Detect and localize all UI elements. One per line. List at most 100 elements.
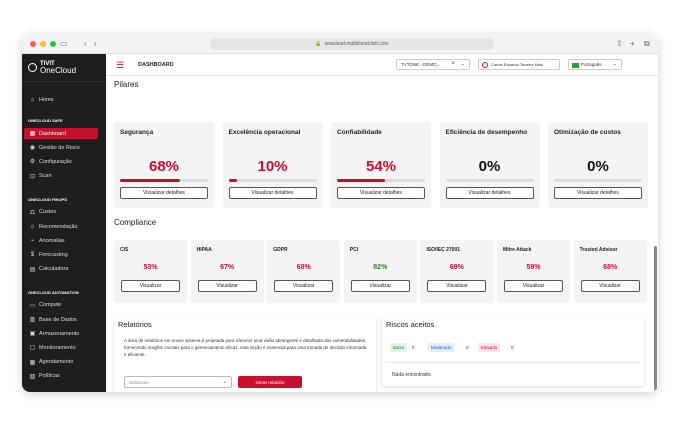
sidebar-item-label: Scan bbox=[39, 173, 52, 180]
sidebar-item-monitoramento[interactable]: ▢ Monitoramento bbox=[24, 342, 98, 353]
anomaly-icon: ⌁ bbox=[30, 238, 35, 245]
sidebar-toggle-icon[interactable]: ▭ bbox=[60, 39, 68, 48]
view-compliance-button[interactable]: Visualizar bbox=[427, 280, 487, 292]
pillar-card: Eficiência de desempenho 0% Visualizar det… bbox=[439, 122, 540, 208]
view-compliance-button[interactable]: Visualizar bbox=[274, 280, 334, 292]
sidebar-item-label: Configuração bbox=[39, 158, 72, 165]
sidebar-section-title: ONECLOUD FINOPS bbox=[28, 196, 67, 202]
sidebar-item-label: Anomalias bbox=[39, 237, 65, 244]
risk-badge-elevado: Elevado bbox=[478, 343, 501, 352]
user-menu[interactable]: Carlos Eduardo Teixeira Mais bbox=[478, 59, 560, 70]
chevron-down-icon[interactable]: ⌄ bbox=[613, 61, 617, 67]
pillar-card: Confiabilidade 54% Visualizar detalhes bbox=[331, 122, 431, 208]
language-value: Português bbox=[581, 62, 602, 67]
pillar-progress-bar bbox=[120, 179, 208, 182]
sidebar-item-anomalias[interactable]: ⌁ Anomalias bbox=[24, 235, 98, 246]
sidebar-item-calculadora[interactable]: ▤ Calculadora bbox=[24, 264, 98, 275]
view-details-button[interactable]: Visualizar detalhes bbox=[120, 187, 208, 199]
compliance-percent: 68% bbox=[603, 264, 618, 271]
home-icon: ⌂ bbox=[30, 96, 35, 103]
sidebar-item-armazenamento[interactable]: ▣ Armazenamento bbox=[24, 328, 98, 339]
calculator-icon: ▤ bbox=[29, 266, 36, 273]
view-details-button[interactable]: Visualizar detalhes bbox=[554, 187, 642, 199]
logo-mark-icon bbox=[28, 63, 37, 72]
accepted-risks-panel: Riscos aceitos Nada encontrado. Baixo 0 Mo… bbox=[382, 316, 644, 386]
generate-report-button[interactable]: Gerar relatório bbox=[238, 376, 302, 388]
chevron-down-icon[interactable]: ⌄ bbox=[461, 61, 465, 67]
pillar-percent: 0% bbox=[587, 158, 609, 175]
sidebar-item-label: Armazenamento bbox=[39, 330, 80, 337]
costs-icon: ⚖ bbox=[29, 209, 36, 216]
tabs-overview-icon[interactable]: ⧉ bbox=[644, 39, 650, 49]
clear-icon[interactable]: × bbox=[451, 61, 455, 67]
avatar bbox=[482, 62, 488, 68]
sidebar-item-label: Monitoramento bbox=[39, 344, 76, 351]
sidebar: TIVIT OneCloud ⌂ Home ONECLOUD SAFE ▦ Dash… bbox=[22, 54, 106, 392]
sidebar-item-configura-o[interactable]: ⚙ Configuração bbox=[24, 156, 98, 167]
compute-icon: ▭ bbox=[29, 302, 36, 309]
risk-badge-moderado: Moderado bbox=[428, 343, 455, 352]
view-details-button[interactable]: Visualizar detalhes bbox=[228, 187, 317, 199]
sidebar-item-recomenda-o[interactable]: ☼ Recomendação bbox=[24, 221, 98, 232]
view-details-button[interactable]: Visualizar detalhes bbox=[337, 187, 425, 199]
zoom-window-dot[interactable] bbox=[50, 41, 56, 47]
back-icon[interactable]: ‹ bbox=[84, 39, 87, 48]
pilares-title: Pilares bbox=[114, 80, 139, 89]
sidebar-item-pol-ticas[interactable]: ▧ Políticas bbox=[24, 371, 98, 382]
new-tab-icon[interactable]: + bbox=[630, 39, 635, 48]
forward-icon[interactable]: › bbox=[94, 39, 97, 48]
close-window-dot[interactable] bbox=[30, 41, 36, 47]
pillar-percent: 0% bbox=[478, 158, 501, 175]
compliance-card: PCI 82% Visualizar bbox=[343, 240, 417, 303]
language-select[interactable]: Português ⌄ bbox=[568, 59, 622, 70]
view-compliance-button[interactable]: Visualizar bbox=[580, 280, 640, 292]
compliance-card: Trusted Advisor 68% Visualizar bbox=[573, 240, 647, 303]
pillar-name: Eficiência de desempenho bbox=[445, 129, 528, 136]
sidebar-item-custos[interactable]: ⚖ Custos bbox=[24, 207, 98, 218]
sidebar-item-label: Gestão de Risco bbox=[39, 144, 80, 151]
view-compliance-button[interactable]: Visualizar bbox=[121, 280, 180, 292]
view-compliance-button[interactable]: Visualizar bbox=[504, 280, 563, 292]
compliance-card: GDPR 68% Visualizar bbox=[267, 240, 341, 303]
risk-count: 0 bbox=[412, 345, 415, 350]
view-compliance-button[interactable]: Visualizar bbox=[350, 280, 410, 292]
url-text: onecloud.multicloud.tivit.com bbox=[324, 41, 389, 47]
view-compliance-button[interactable]: Visualizar bbox=[197, 280, 257, 292]
reports-panel: Relatórios A área de relatórios em nosso… bbox=[114, 316, 376, 392]
browser-toolbar: ▭ ‹ › 🔒 onecloud.multicloud.tivit.com ⇪ … bbox=[22, 34, 658, 54]
report-type-select[interactable]: Selecione ⌄ bbox=[124, 376, 232, 388]
pillar-percent: 54% bbox=[365, 158, 397, 175]
sidebar-item-label: Dashboard bbox=[39, 130, 66, 137]
tenant-select[interactable]: TVTONE - DEMO... × ⌄ bbox=[396, 59, 470, 70]
sidebar-item-dashboard[interactable]: ▦ Dashboard bbox=[24, 128, 98, 139]
risk-count: 0 bbox=[511, 345, 514, 350]
pillar-name: Segurança bbox=[120, 129, 154, 136]
sidebar-item-label: Base de Dados bbox=[39, 316, 77, 323]
risk-badge-baixo: Baixo bbox=[390, 343, 408, 352]
minimize-window-dot[interactable] bbox=[40, 41, 46, 47]
view-details-button[interactable]: Visualizar detalhes bbox=[445, 187, 534, 199]
database-icon: ▥ bbox=[29, 317, 36, 323]
divider bbox=[386, 362, 640, 363]
app-logo[interactable]: TIVIT OneCloud bbox=[22, 54, 106, 82]
pillar-card: Otimização de custos 0% Visualizar detalhe… bbox=[548, 122, 648, 208]
menu-icon[interactable]: ☰ bbox=[116, 60, 124, 71]
sidebar-item-label: Políticas bbox=[39, 373, 60, 380]
compliance-title: Compliance bbox=[114, 218, 157, 227]
sidebar-item-home[interactable]: ⌂ Home bbox=[24, 94, 98, 105]
compliance-percent: 82% bbox=[373, 264, 388, 271]
risks-title: Riscos aceitos bbox=[386, 320, 435, 329]
sidebar-item-label: Custos bbox=[39, 209, 57, 216]
pillar-progress-bar bbox=[228, 179, 317, 182]
page-title: DASHBOARD bbox=[138, 62, 174, 68]
compliance-name: Trusted Advisor bbox=[579, 247, 618, 253]
sidebar-item-scan[interactable]: ⊡ Scan bbox=[24, 171, 98, 182]
sidebar-item-agendamento[interactable]: ▦ Agendamento bbox=[24, 357, 98, 368]
sidebar-item-compute[interactable]: ▭ Compute bbox=[24, 300, 98, 311]
scrollbar[interactable] bbox=[654, 246, 657, 392]
address-bar[interactable]: 🔒 onecloud.multicloud.tivit.com bbox=[210, 38, 494, 50]
sidebar-item-base-de-dados[interactable]: ▥ Base de Dados bbox=[24, 314, 98, 325]
sidebar-item-forecasting[interactable]: $ Forecasting bbox=[24, 249, 98, 260]
share-icon[interactable]: ⇪ bbox=[616, 39, 623, 48]
sidebar-item-gest-o-de-risco[interactable]: ◉ Gestão de Risco bbox=[24, 142, 98, 153]
